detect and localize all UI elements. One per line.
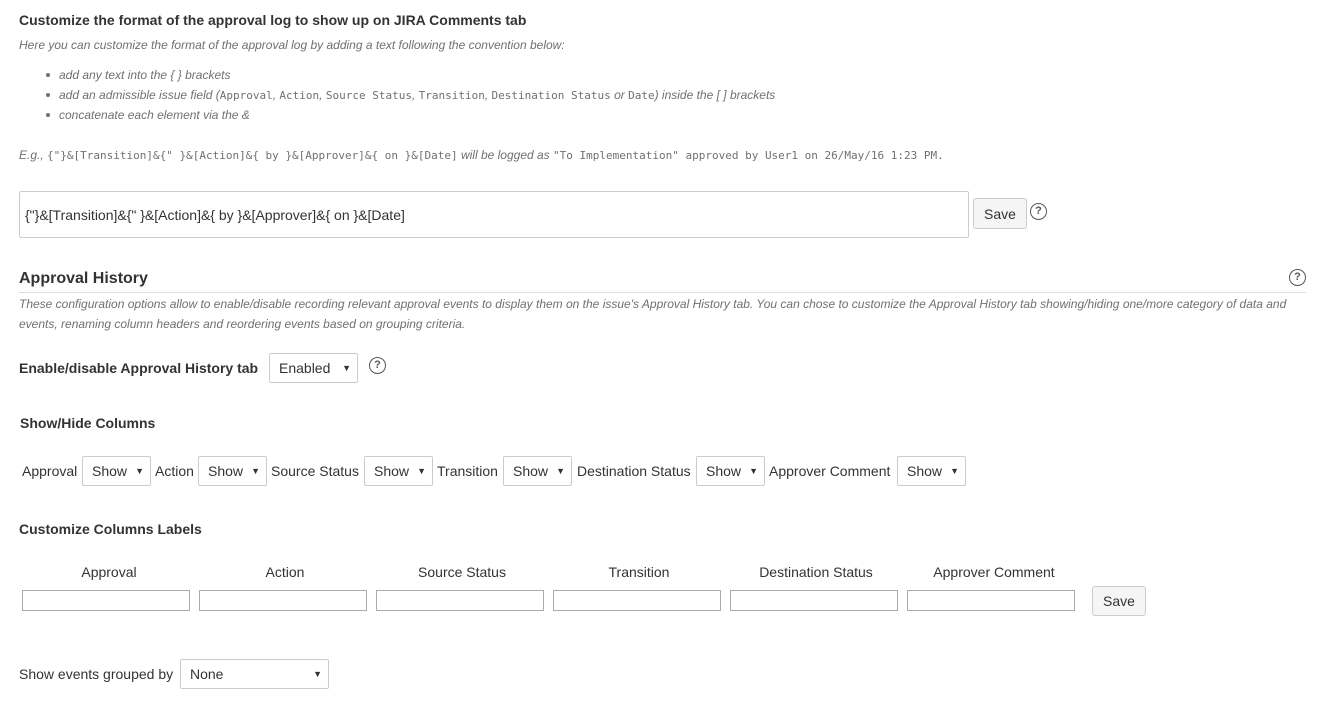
log-format-intro: Here you can customize the format of the…: [19, 38, 565, 52]
column-label-action: Action: [265, 564, 305, 580]
show-hide-label-action: Action: [155, 463, 194, 479]
label-input-source-status[interactable]: [376, 590, 544, 611]
label-input-action[interactable]: [199, 590, 367, 611]
admissible-field: Date: [628, 89, 655, 102]
column-label-source-status: Source Status: [418, 564, 506, 580]
admissible-field: Transition: [418, 89, 485, 102]
admissible-field: Approval: [219, 89, 273, 102]
example-result: "To Implementation" approved by User1 on…: [553, 149, 944, 162]
show-hide-title: Show/Hide Columns: [20, 415, 156, 431]
admissible-fields: Approval, Action, Source Status, Transit…: [220, 88, 655, 102]
chevron-down-icon: ▼: [135, 466, 144, 476]
show-hide-select-transition[interactable]: Show ▼: [503, 456, 572, 486]
label-input-transition[interactable]: [553, 590, 721, 611]
show-hide-select-destination-status[interactable]: Show ▼: [696, 456, 765, 486]
chevron-down-icon: ▼: [556, 466, 565, 476]
field-separator: or: [610, 88, 629, 102]
show-hide-select-approver-comment[interactable]: Show ▼: [897, 456, 966, 486]
help-circle-icon[interactable]: ?: [1289, 269, 1306, 286]
show-hide-select-source-status[interactable]: Show ▼: [364, 456, 433, 486]
show-hide-label-source-status: Source Status: [271, 463, 359, 479]
field-separator: ,: [411, 88, 419, 102]
field-separator: ,: [319, 88, 326, 102]
help-circle-icon[interactable]: ?: [1030, 203, 1047, 220]
approval-history-description: These configuration options allow to ena…: [19, 297, 1287, 331]
show-hide-label-destination-status: Destination Status: [577, 463, 691, 479]
show-hide-label-transition: Transition: [437, 463, 498, 479]
convention-list: add any text into the { } brackets add a…: [19, 65, 919, 125]
column-label-transition: Transition: [608, 564, 670, 580]
label-input-approval[interactable]: [22, 590, 190, 611]
group-by-label: Show events grouped by: [19, 666, 174, 682]
show-hide-select-action[interactable]: Show ▼: [198, 456, 267, 486]
admissible-field: Source Status: [325, 89, 412, 102]
help-circle-icon[interactable]: ?: [369, 357, 386, 374]
label-input-approver-comment[interactable]: [907, 590, 1075, 611]
admissible-field: Action: [279, 89, 320, 102]
log-format-save-button[interactable]: Save: [973, 198, 1027, 229]
show-hide-label-approval: Approval: [22, 463, 78, 479]
section-divider: [19, 292, 1306, 293]
convention-item-concat: concatenate each element via the &: [19, 105, 919, 125]
chevron-down-icon: ▼: [950, 466, 959, 476]
chevron-down-icon: ▼: [342, 363, 351, 373]
log-format-input[interactable]: [19, 191, 969, 238]
field-separator: ,: [484, 88, 492, 102]
column-label-approval: Approval: [81, 564, 137, 580]
log-format-title: Customize the format of the approval log…: [19, 12, 527, 28]
enable-history-label: Enable/disable Approval History tab: [19, 360, 259, 376]
show-hide-label-approver-comment: Approver Comment: [769, 463, 891, 479]
example-code: {"}&[Transition]&{" }&[Action]&{ by }&[A…: [47, 149, 458, 162]
show-hide-select-approval[interactable]: Show ▼: [82, 456, 151, 486]
column-label-approver-comment: Approver Comment: [933, 564, 1055, 580]
group-by-select[interactable]: None ▼: [180, 659, 329, 689]
log-format-example: E.g., {"}&[Transition]&{" }&[Action]&{ b…: [19, 148, 944, 162]
label-input-destination-status[interactable]: [730, 590, 898, 611]
chevron-down-icon: ▼: [417, 466, 426, 476]
chevron-down-icon: ▼: [749, 466, 758, 476]
column-label-destination-status: Destination Status: [759, 564, 873, 580]
column-labels-save-button[interactable]: Save: [1092, 586, 1146, 616]
column-labels-title: Customize Columns Labels: [19, 521, 202, 537]
convention-item-fields: add an admissible issue field (Approval,…: [19, 85, 919, 105]
chevron-down-icon: ▼: [251, 466, 260, 476]
chevron-down-icon: ▼: [313, 669, 322, 679]
enable-history-select[interactable]: Enabled ▼: [269, 353, 358, 383]
convention-item-text: add any text into the { } brackets: [19, 65, 919, 85]
approval-history-title: Approval History: [19, 270, 148, 287]
admissible-field: Destination Status: [491, 89, 611, 102]
